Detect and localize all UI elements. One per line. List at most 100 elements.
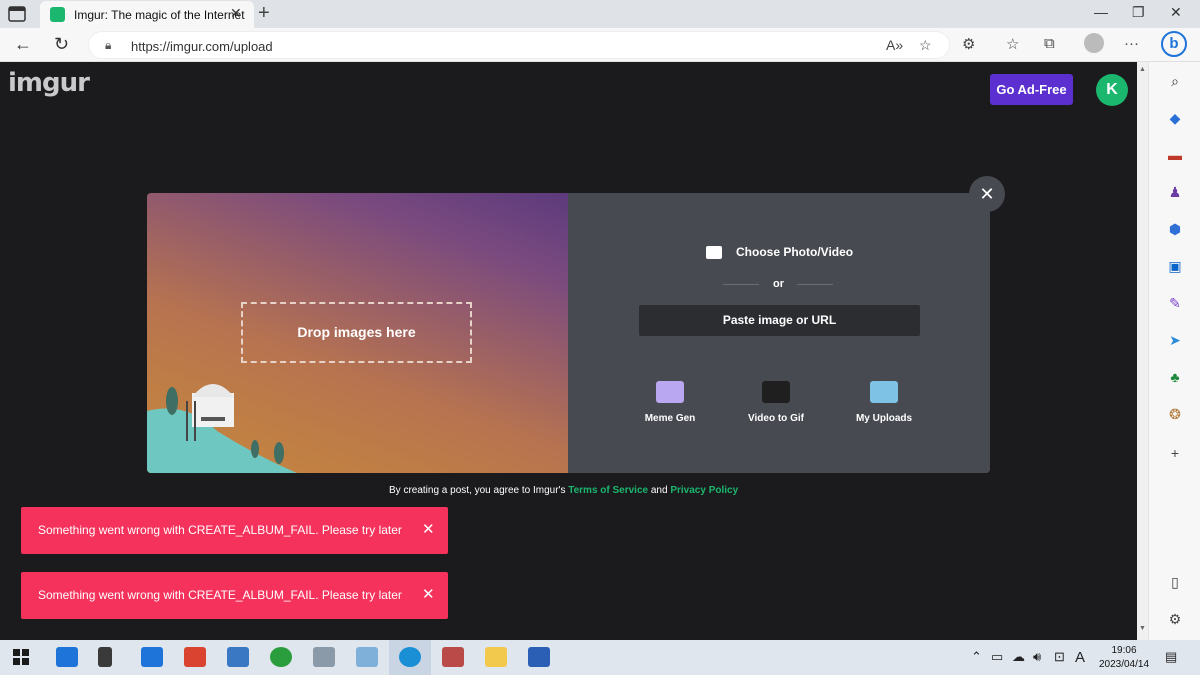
notification-icon[interactable]: ▤: [1165, 649, 1177, 665]
my-uploads-button[interactable]: My Uploads: [839, 381, 929, 424]
ime-indicator[interactable]: A: [1075, 649, 1085, 666]
collections-icon[interactable]: ⧉: [1044, 35, 1055, 52]
file-explorer-icon[interactable]: [485, 647, 507, 667]
snip-icon[interactable]: [442, 647, 464, 667]
browser-tab[interactable]: Imgur: The magic of the Internet ✕: [40, 1, 254, 28]
video-to-gif-button[interactable]: Video to Gif: [731, 381, 821, 424]
my-uploads-icon: [870, 381, 898, 403]
power-app-icon[interactable]: [184, 647, 206, 667]
or-divider: or: [723, 278, 833, 292]
tool-label: Meme Gen: [644, 413, 696, 424]
cloud-icon[interactable]: ☁: [1012, 649, 1025, 665]
edge-icon[interactable]: [399, 647, 421, 667]
games-icon[interactable]: ♟: [1166, 183, 1184, 201]
restore-icon[interactable]: ❐: [1132, 4, 1145, 21]
toast-close-icon[interactable]: ✕: [422, 585, 435, 603]
tool-label: Video to Gif: [748, 413, 804, 424]
app-taskbar-icon[interactable]: [98, 647, 112, 667]
mail-icon[interactable]: [227, 647, 249, 667]
lock-icon[interactable]: 🔒︎: [105, 38, 111, 53]
imgur-favicon-icon: [50, 7, 65, 22]
search-icon[interactable]: ⌕: [1166, 72, 1184, 90]
refresh-icon[interactable]: ↻: [54, 34, 69, 55]
divider-line: [797, 284, 833, 285]
video-to-gif-icon: [762, 381, 790, 403]
user-avatar[interactable]: K: [1096, 74, 1128, 106]
send-icon[interactable]: ➤: [1166, 331, 1184, 349]
favorites-icon[interactable]: ☆: [1006, 35, 1019, 53]
image-icon: [706, 246, 722, 260]
tab-title: Imgur: The magic of the Internet: [74, 8, 245, 22]
shopping-tag-icon[interactable]: ◆: [1166, 109, 1184, 127]
bing-chat-icon[interactable]: b: [1161, 31, 1187, 57]
paste-image-url-button[interactable]: Paste image or URL: [639, 305, 920, 336]
page-scrollbar[interactable]: ▲ ▼: [1137, 62, 1148, 640]
evernote-icon[interactable]: [270, 647, 292, 667]
toast-close-icon[interactable]: ✕: [422, 520, 435, 538]
windows-start-icon[interactable]: [10, 647, 32, 667]
minimize-icon[interactable]: —: [1094, 4, 1108, 20]
settings-gear-icon[interactable]: ⚙: [1166, 610, 1184, 628]
divider-line: [723, 284, 759, 285]
terms-prefix: By creating a post, you agree to Imgur's: [389, 485, 569, 496]
back-icon[interactable]: ←: [14, 34, 32, 55]
drop-area-panel[interactable]: Drop images here: [147, 193, 568, 473]
imgur-logo[interactable]: imgur: [8, 68, 90, 98]
tray-chevron-icon[interactable]: ⌃: [971, 649, 982, 665]
address-bar[interactable]: 🔒︎ https://imgur.com/upload A» ☆: [88, 31, 950, 59]
tree-icon[interactable]: ♣: [1166, 368, 1184, 386]
profile-icon[interactable]: [1084, 33, 1104, 53]
extensions-icon[interactable]: ⚙: [962, 35, 975, 53]
windows-taskbar: ⌃ ▭ ☁ 🔊︎ ⊡ A 19:06 2023/04/14 ▤: [0, 640, 1200, 675]
drop-icon[interactable]: ✎: [1166, 294, 1184, 312]
browser-toolbar: ← ↻ 🔒︎ https://imgur.com/upload A» ☆ ⚙ ☆…: [0, 28, 1200, 62]
clock-date: 2023/04/14: [1098, 659, 1150, 670]
privacy-policy-link[interactable]: Privacy Policy: [670, 485, 738, 496]
terms-notice: By creating a post, you agree to Imgur's…: [389, 485, 738, 496]
dropbox-icon[interactable]: [141, 647, 163, 667]
scroll-up-icon[interactable]: ▲: [1139, 66, 1146, 73]
volume-icon[interactable]: 🔊︎: [1033, 649, 1041, 665]
imgur-page: imgur Go Ad-Free K Drop images here Choo…: [0, 62, 1137, 640]
toast-message: Something went wrong with CREATE_ALBUM_F…: [38, 588, 402, 602]
system-clock[interactable]: 19:06 2023/04/14: [1096, 644, 1152, 672]
battery-icon[interactable]: ▭: [991, 649, 1003, 665]
url-text[interactable]: https://imgur.com/upload: [131, 39, 273, 54]
terms-of-service-link[interactable]: Terms of Service: [568, 485, 648, 496]
notepad-icon[interactable]: [356, 647, 378, 667]
outlook-icon[interactable]: ▣: [1166, 257, 1184, 275]
bing-taskbar-icon[interactable]: [56, 647, 78, 667]
tool-label: My Uploads: [855, 413, 913, 424]
more-menu-icon[interactable]: ···: [1124, 35, 1139, 52]
scroll-down-icon[interactable]: ▼: [1139, 625, 1146, 632]
add-icon[interactable]: +: [1166, 444, 1184, 462]
upload-options-panel: Choose Photo/Video or Paste image or URL…: [568, 193, 990, 473]
edge-sidebar: ⌕ ◆ ▬ ♟ ⬢ ▣ ✎ ➤ ♣ ❂ + ▯ ⚙: [1148, 62, 1200, 640]
window-close-icon[interactable]: ✕: [1170, 4, 1182, 21]
paint-icon[interactable]: [313, 647, 335, 667]
clock-time: 19:06: [1111, 645, 1137, 656]
toast-message: Something went wrong with CREATE_ALBUM_F…: [38, 523, 402, 537]
or-label: or: [773, 278, 784, 290]
choose-photo-video-button[interactable]: Choose Photo/Video: [706, 245, 854, 260]
word-icon[interactable]: [528, 647, 550, 667]
network-icon[interactable]: ⊡: [1054, 649, 1065, 665]
tab-close-icon[interactable]: ✕: [230, 5, 242, 22]
error-toast: Something went wrong with CREATE_ALBUM_F…: [21, 572, 448, 619]
favorite-star-icon[interactable]: ☆: [919, 37, 932, 54]
microsoft-365-icon[interactable]: ⬢: [1166, 220, 1184, 238]
meme-gen-button[interactable]: Meme Gen: [625, 381, 715, 424]
sidebar-layout-icon[interactable]: ▯: [1166, 573, 1184, 591]
read-aloud-icon[interactable]: A»: [886, 37, 903, 53]
go-ad-free-button[interactable]: Go Ad-Free: [990, 74, 1073, 105]
choose-label: Choose Photo/Video: [736, 245, 854, 259]
new-tab-icon[interactable]: +: [258, 2, 270, 25]
tools-icon[interactable]: ▬: [1166, 146, 1184, 164]
drop-images-zone[interactable]: Drop images here: [241, 302, 472, 363]
cookie-icon[interactable]: ❂: [1166, 405, 1184, 423]
close-modal-button[interactable]: ✕: [969, 176, 1005, 212]
upload-modal: Drop images here Choose Photo/Video or P…: [147, 193, 990, 473]
observatory-illustration: [147, 384, 297, 473]
terms-and: and: [648, 485, 671, 496]
tab-actions-icon[interactable]: [8, 6, 26, 22]
